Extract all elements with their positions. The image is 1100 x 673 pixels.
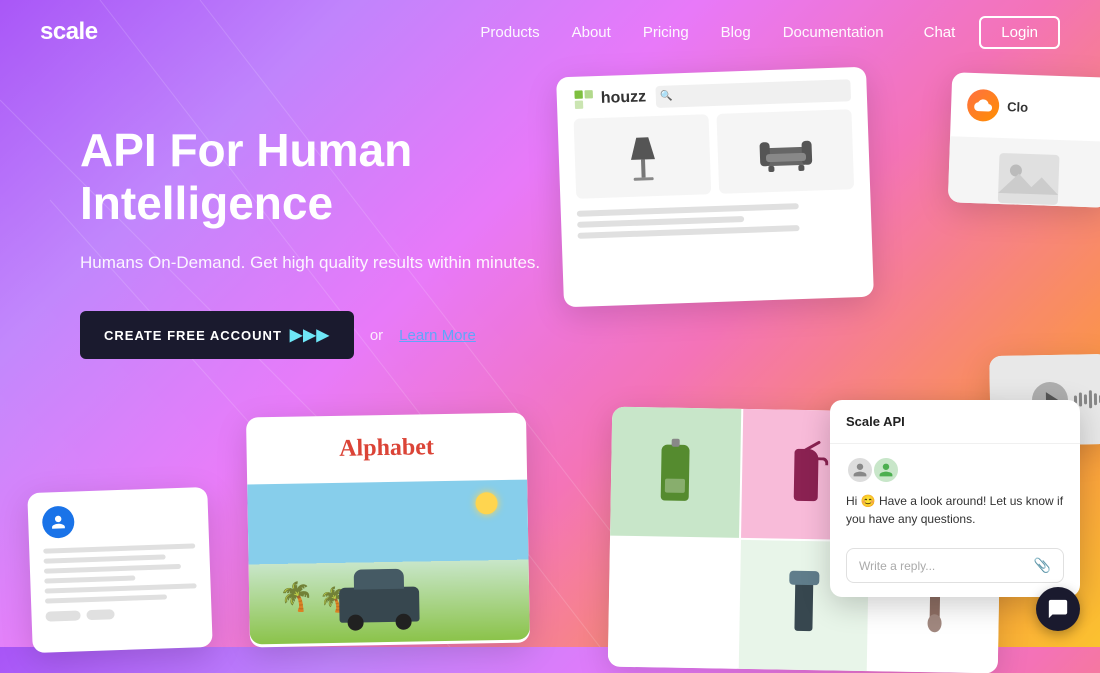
cta-label: CREATE FREE ACCOUNT (104, 328, 282, 343)
doc-content (27, 487, 212, 636)
chat-open-button[interactable] (1036, 587, 1080, 631)
nav-chat[interactable]: Chat (924, 24, 956, 41)
spray-label (665, 478, 685, 492)
car-shape (339, 586, 420, 622)
cloud-card: Clo (948, 72, 1100, 208)
doc-line (44, 564, 181, 574)
image-placeholder-icon (993, 148, 1065, 208)
product-cell-spray (610, 407, 741, 538)
audio-bar (1079, 392, 1082, 406)
doc-line (45, 594, 167, 603)
product-cell-empty1 (608, 538, 739, 669)
avatar-icon-2 (878, 462, 894, 478)
palm-tree-2: 🌴 (319, 586, 349, 616)
houzz-card: houzz (556, 67, 874, 308)
doc-line (45, 583, 197, 593)
houzz-products-grid (558, 109, 871, 212)
chat-agent-name: Scale API (846, 414, 1064, 429)
learn-more-link[interactable]: Learn More (399, 327, 476, 344)
houzz-product-lines (561, 201, 872, 253)
chat-bubble-icon (1047, 598, 1069, 620)
audio-bar (1089, 390, 1092, 408)
chat-widget-header: Scale API (830, 400, 1080, 444)
bottle-trigger (814, 457, 828, 465)
hero-subtitle: Humans On-Demand. Get high quality resul… (80, 250, 560, 276)
chat-message-area: Hi 😊 Have a look around! Let us know if … (830, 444, 1080, 540)
cleaning-bottle-icon (794, 448, 819, 500)
hero-title: API For Human Intelligence (80, 124, 560, 230)
cloud-icon (974, 96, 993, 115)
houzz-line-1 (577, 203, 799, 217)
brand-logo[interactable]: scale (40, 18, 98, 46)
audio-bar (1084, 394, 1087, 404)
cloud-image (948, 136, 1100, 208)
cloud-service-icon (967, 89, 1000, 122)
alphabet-header: Alphabet (246, 413, 527, 485)
attachment-icon[interactable]: 📎 (1034, 557, 1051, 574)
alphabet-image: 🌴 🌴 (247, 480, 530, 645)
houzz-product-lamp (574, 114, 712, 199)
nav-links: Products About Pricing Blog Documentatio… (480, 24, 883, 41)
person-icon (50, 514, 67, 531)
chat-message-text: Hi 😊 Have a look around! Let us know if … (846, 492, 1064, 528)
doc-line (43, 543, 195, 553)
houzz-search-bar (656, 79, 851, 108)
lamp-icon (621, 128, 663, 184)
doc-line (44, 554, 166, 563)
chat-avatars (846, 456, 1064, 484)
cloud-brand-name: Clo (1007, 99, 1028, 115)
doc-line (44, 575, 135, 583)
houzz-brand-name: houzz (601, 88, 647, 108)
sun-icon (475, 492, 497, 514)
cloud-header: Clo (950, 72, 1100, 142)
doc-tags (45, 606, 197, 621)
houzz-product-sofa (716, 109, 854, 194)
nav-about[interactable]: About (572, 24, 611, 41)
houzz-brand-icon (572, 88, 595, 111)
alphabet-title: Alphabet (266, 433, 506, 464)
nav-login-button[interactable]: Login (979, 16, 1060, 49)
houzz-line-3 (578, 225, 800, 239)
doc-app-icon (42, 506, 75, 539)
wheel-left (347, 614, 363, 630)
nav-right: Chat Login (924, 16, 1060, 49)
nav-products[interactable]: Products (480, 24, 539, 41)
chat-avatar-1 (846, 456, 874, 484)
hero-section: API For Human Intelligence Humans On-Dem… (0, 64, 560, 359)
chat-avatar-2 (872, 456, 900, 484)
spray-nozzle (672, 438, 680, 446)
razor-head (789, 570, 819, 585)
wheel-right (395, 614, 411, 630)
doc-tag-1 (45, 610, 80, 621)
hero-actions: CREATE FREE ACCOUNT ▶▶▶ or Learn More (80, 311, 560, 359)
chat-widget: Scale API Hi 😊 Have a look around! Let u… (830, 400, 1080, 597)
alphabet-card: Alphabet 🌴 🌴 (246, 413, 530, 648)
doc-text-lines (43, 543, 197, 603)
create-account-button[interactable]: CREATE FREE ACCOUNT ▶▶▶ (80, 311, 354, 359)
houzz-logo: houzz (572, 86, 646, 111)
nav-blog[interactable]: Blog (721, 24, 751, 41)
navbar: scale Products About Pricing Blog Docume… (0, 0, 1100, 64)
or-divider: or (370, 327, 383, 344)
chat-reply-placeholder: Write a reply... (859, 559, 935, 573)
doc-card (27, 487, 212, 653)
doc-tag-2 (86, 609, 114, 620)
houzz-header: houzz (556, 67, 867, 120)
razor-icon (794, 580, 813, 630)
nav-documentation[interactable]: Documentation (783, 24, 884, 41)
palm-tree-1: 🌴 (279, 580, 314, 614)
houzz-line-2 (577, 216, 744, 228)
car-top (354, 569, 404, 590)
cta-arrows-icon: ▶▶▶ (290, 325, 330, 345)
sofa-icon (755, 130, 816, 172)
nav-pricing[interactable]: Pricing (643, 24, 689, 41)
chat-reply-box[interactable]: Write a reply... 📎 (846, 548, 1064, 583)
audio-bar (1094, 393, 1097, 405)
avatar-icon-1 (852, 462, 868, 478)
spray-can-icon (661, 444, 690, 500)
doc-icon-row (42, 501, 195, 538)
bottle-nozzle (804, 440, 821, 451)
